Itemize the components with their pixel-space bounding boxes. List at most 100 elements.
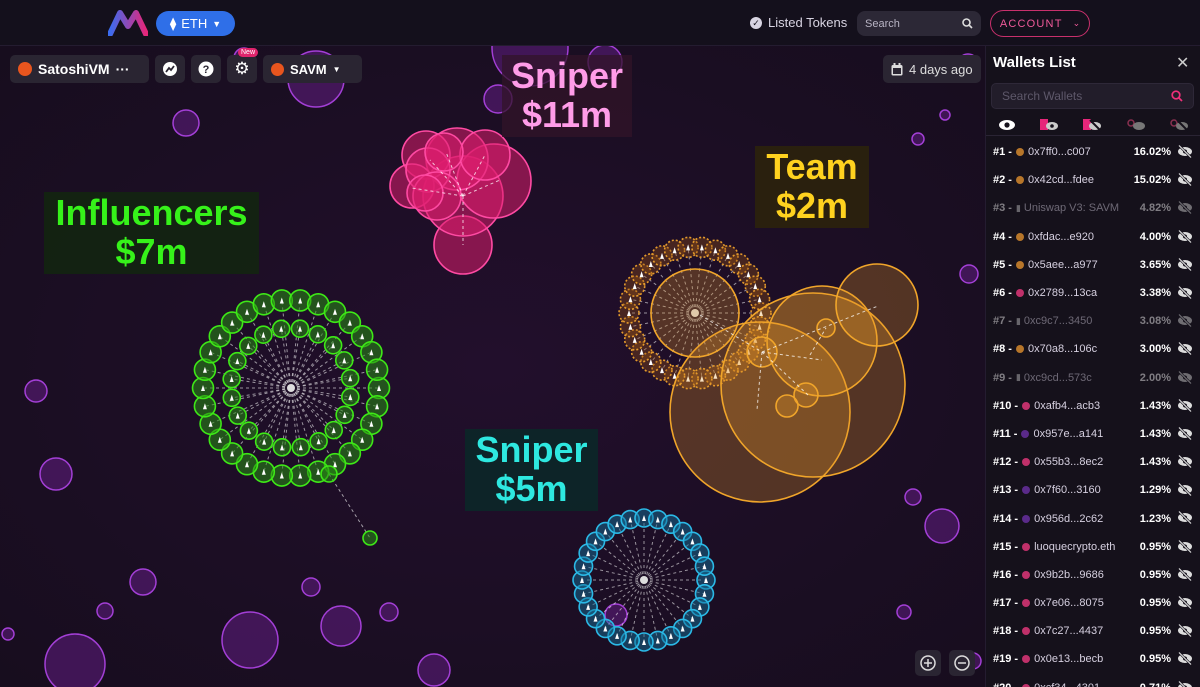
wallet-row[interactable]: #1 - 0x7ff0...c007 16.02% [986, 138, 1200, 166]
eye-off-icon[interactable] [1177, 342, 1193, 356]
contract-eye-off-icon[interactable] [1082, 118, 1103, 132]
eye-icon[interactable] [998, 119, 1016, 131]
wallet-rank: #19 - [993, 653, 1019, 666]
wallet-row[interactable]: #20 - 0xcf34...4301 0.71% [986, 674, 1200, 687]
unlinked-wallet-bubble[interactable] [959, 264, 979, 284]
wallet-bubble[interactable] [650, 268, 740, 358]
eye-off-icon[interactable] [1177, 483, 1193, 497]
unlinked-wallet-bubble[interactable] [320, 605, 362, 647]
unlinked-wallet-bubble[interactable] [221, 611, 279, 669]
wallet-row[interactable]: #11 - 0x957e...a141 1.43% [986, 420, 1200, 448]
wallet-bubble[interactable] [835, 263, 919, 347]
eye-off-icon[interactable] [1177, 285, 1193, 299]
wallet-bubble[interactable] [424, 132, 464, 172]
unlinked-wallet-bubble[interactable] [129, 568, 157, 596]
wallet-bubble[interactable] [406, 174, 444, 212]
ethereum-icon: ⧫ [169, 15, 177, 31]
price-chart-button[interactable] [155, 55, 185, 83]
unlinked-wallet-bubble[interactable] [44, 633, 106, 687]
cluster-dot [1022, 599, 1031, 608]
eye-off-icon[interactable] [1177, 511, 1193, 525]
help-button[interactable]: ? [191, 55, 221, 83]
unlinked-wallet-bubble[interactable] [924, 508, 960, 544]
cluster-dot [1021, 429, 1030, 438]
listed-tokens-toggle[interactable]: ✓ Listed Tokens [750, 15, 847, 30]
eye-off-icon[interactable] [1177, 173, 1193, 187]
unlinked-wallet-bubble[interactable] [172, 109, 200, 137]
chain-selector[interactable]: ⧫ ETH ▼ [156, 11, 235, 36]
wallet-row[interactable]: #10 - 0xafb4...acb3 1.43% [986, 392, 1200, 420]
unlinked-wallet-bubble[interactable] [301, 577, 321, 597]
wallet-row[interactable]: #7 - ▮ 0xc9c7...3450 3.08% [986, 307, 1200, 335]
wallet-row[interactable]: #3 - ▮ Uniswap V3: SAVM 4.82% [986, 194, 1200, 222]
wallet-bubble[interactable] [775, 394, 799, 418]
eye-off-icon[interactable] [1177, 201, 1193, 215]
eye-off-icon[interactable] [1177, 539, 1193, 553]
eye-off-icon[interactable] [1177, 624, 1193, 638]
cluster-center[interactable] [640, 576, 648, 584]
contract-eye-icon[interactable] [1039, 118, 1059, 132]
unlinked-wallet-bubble[interactable] [379, 602, 399, 622]
unlinked-wallet-bubble[interactable] [911, 132, 925, 146]
eye-off-icon[interactable] [1177, 145, 1193, 158]
wallet-row[interactable]: #18 - 0x7c27...4437 0.95% [986, 617, 1200, 645]
zoom-in-button[interactable] [915, 650, 941, 676]
token-selector[interactable]: SatoshiVM ··· [10, 55, 149, 83]
eye-off-icon[interactable] [1177, 398, 1193, 412]
wallet-row[interactable]: #12 - 0x55b3...8ec2 1.43% [986, 448, 1200, 476]
eye-off-icon[interactable] [1177, 567, 1193, 581]
bubble-map[interactable]: Sniper $11m Team $2m Influencers $7m Sni… [0, 46, 985, 687]
unlinked-wallet-bubble[interactable] [939, 109, 951, 121]
time-travel-button[interactable]: 4 days ago [883, 55, 981, 83]
wallet-row[interactable]: #14 - 0x956d...2c62 1.23% [986, 504, 1200, 532]
wallet-row[interactable]: #2 - 0x42cd...fdee 15.02% [986, 166, 1200, 194]
chevron-down-icon: ⌄ [1072, 18, 1081, 28]
eye-off-icon[interactable] [1177, 596, 1193, 609]
eye-off-icon[interactable] [1177, 370, 1193, 384]
eye-off-icon[interactable] [1177, 652, 1193, 666]
wallet-row[interactable]: #6 - 0x2789...13ca 3.38% [986, 279, 1200, 307]
eye-off-icon[interactable] [1177, 680, 1193, 687]
cluster-label-sniper-5m: Sniper $5m [465, 429, 598, 511]
eye-off-icon[interactable] [1177, 455, 1193, 469]
wallet-row[interactable]: #13 - 0x7f60...3160 1.29% [986, 476, 1200, 504]
unlinked-wallet-bubble[interactable] [904, 488, 922, 506]
wallet-percent: 3.08% [1139, 315, 1171, 328]
eye-off-icon[interactable] [1177, 314, 1193, 328]
unlinked-wallet-bubble[interactable] [417, 653, 451, 687]
wallet-bubble[interactable] [362, 530, 378, 546]
wallet-row[interactable]: #16 - 0x9b2b...9686 0.95% [986, 561, 1200, 589]
wallet-bubble[interactable] [320, 465, 338, 483]
link-eye-off-icon[interactable] [1169, 118, 1189, 132]
link-eye-icon[interactable] [1126, 118, 1146, 132]
close-icon[interactable]: ✕ [1176, 53, 1189, 73]
cluster-center[interactable] [287, 384, 295, 392]
zoom-out-button[interactable] [949, 650, 975, 676]
unlinked-wallet-bubble[interactable] [39, 457, 73, 491]
wallet-percent: 1.43% [1139, 399, 1171, 412]
account-button[interactable]: ACCOUNT ⌄ [990, 10, 1090, 37]
wallet-row[interactable]: #8 - 0x70a8...106c 3.00% [986, 335, 1200, 363]
search-input[interactable]: Search [857, 11, 981, 36]
unlinked-wallet-bubble[interactable] [96, 602, 114, 620]
eye-off-icon[interactable] [1177, 229, 1193, 243]
settings-button[interactable]: New ⚙ [227, 48, 259, 83]
bubblemaps-logo[interactable] [108, 10, 148, 36]
search-wallets-input[interactable]: Search Wallets [991, 83, 1194, 109]
wallet-rank: #13 - [993, 484, 1019, 497]
unlinked-wallet-bubble[interactable] [896, 604, 912, 620]
bubble-canvas[interactable] [0, 46, 985, 687]
wallet-row[interactable]: #9 - ▮ 0xc9cd...573c 2.00% [986, 364, 1200, 392]
wallet-row[interactable]: #4 - 0xfdac...e920 4.00% [986, 223, 1200, 251]
more-icon[interactable]: ··· [116, 61, 130, 77]
wallet-row[interactable]: #19 - 0x0e13...becb 0.95% [986, 645, 1200, 673]
wallet-row[interactable]: #15 - luoquecrypto.eth 0.95% [986, 533, 1200, 561]
unlinked-wallet-bubble[interactable] [1, 627, 15, 641]
wallet-row[interactable]: #17 - 0x7e06...8075 0.95% [986, 589, 1200, 617]
ticker-selector[interactable]: SAVM ▼ [263, 55, 362, 83]
wallet-row[interactable]: #5 - 0x5aee...a977 3.65% [986, 251, 1200, 279]
cluster-label-influencers: Influencers $7m [44, 192, 259, 274]
eye-off-icon[interactable] [1177, 257, 1193, 271]
unlinked-wallet-bubble[interactable] [24, 379, 48, 403]
eye-off-icon[interactable] [1177, 426, 1193, 440]
